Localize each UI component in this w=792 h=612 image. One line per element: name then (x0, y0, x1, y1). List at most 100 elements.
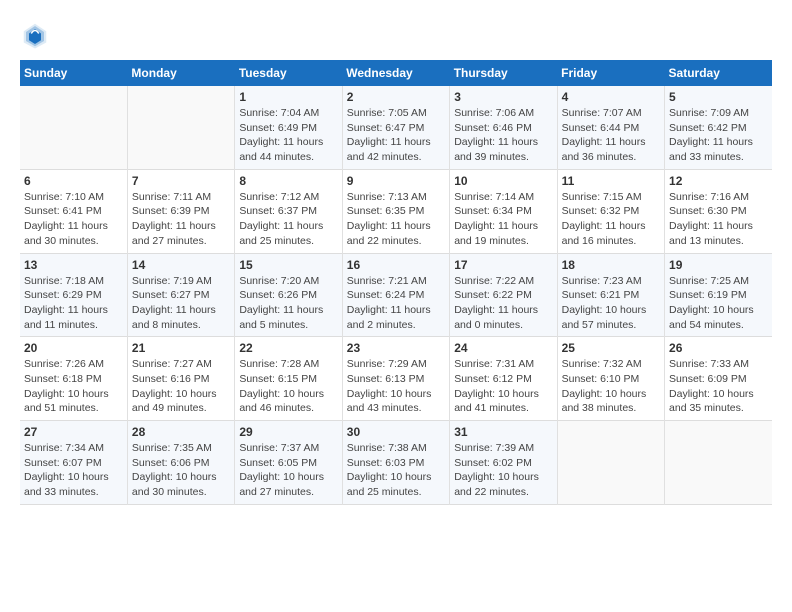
day-number: 23 (347, 341, 445, 355)
day-number: 1 (239, 90, 337, 104)
calendar-cell: 4 Sunrise: 7:07 AMSunset: 6:44 PMDaylight… (557, 86, 664, 169)
calendar-cell (127, 86, 234, 169)
day-info: Sunrise: 7:18 AMSunset: 6:29 PMDaylight:… (24, 274, 123, 333)
calendar-cell: 10 Sunrise: 7:14 AMSunset: 6:34 PMDayligh… (450, 169, 557, 253)
day-number: 3 (454, 90, 552, 104)
day-info: Sunrise: 7:13 AMSunset: 6:35 PMDaylight:… (347, 190, 445, 249)
day-number: 13 (24, 258, 123, 272)
day-info: Sunrise: 7:27 AMSunset: 6:16 PMDaylight:… (132, 357, 230, 416)
column-header-tuesday: Tuesday (235, 60, 342, 86)
day-number: 14 (132, 258, 230, 272)
day-info: Sunrise: 7:23 AMSunset: 6:21 PMDaylight:… (562, 274, 660, 333)
calendar-cell: 28 Sunrise: 7:35 AMSunset: 6:06 PMDayligh… (127, 421, 234, 505)
calendar-cell (20, 86, 127, 169)
calendar-cell: 23 Sunrise: 7:29 AMSunset: 6:13 PMDayligh… (342, 337, 449, 421)
day-info: Sunrise: 7:35 AMSunset: 6:06 PMDaylight:… (132, 441, 230, 500)
day-info: Sunrise: 7:25 AMSunset: 6:19 PMDaylight:… (669, 274, 768, 333)
calendar-cell: 15 Sunrise: 7:20 AMSunset: 6:26 PMDayligh… (235, 253, 342, 337)
day-info: Sunrise: 7:37 AMSunset: 6:05 PMDaylight:… (239, 441, 337, 500)
calendar-cell: 25 Sunrise: 7:32 AMSunset: 6:10 PMDayligh… (557, 337, 664, 421)
calendar-body: 1 Sunrise: 7:04 AMSunset: 6:49 PMDaylight… (20, 86, 772, 504)
day-info: Sunrise: 7:20 AMSunset: 6:26 PMDaylight:… (239, 274, 337, 333)
day-number: 16 (347, 258, 445, 272)
day-info: Sunrise: 7:04 AMSunset: 6:49 PMDaylight:… (239, 106, 337, 165)
calendar-cell: 27 Sunrise: 7:34 AMSunset: 6:07 PMDayligh… (20, 421, 127, 505)
day-info: Sunrise: 7:06 AMSunset: 6:46 PMDaylight:… (454, 106, 552, 165)
day-info: Sunrise: 7:14 AMSunset: 6:34 PMDaylight:… (454, 190, 552, 249)
day-number: 21 (132, 341, 230, 355)
day-info: Sunrise: 7:07 AMSunset: 6:44 PMDaylight:… (562, 106, 660, 165)
day-info: Sunrise: 7:34 AMSunset: 6:07 PMDaylight:… (24, 441, 123, 500)
calendar-cell: 19 Sunrise: 7:25 AMSunset: 6:19 PMDayligh… (665, 253, 772, 337)
calendar-cell (557, 421, 664, 505)
day-info: Sunrise: 7:12 AMSunset: 6:37 PMDaylight:… (239, 190, 337, 249)
day-number: 15 (239, 258, 337, 272)
day-number: 24 (454, 341, 552, 355)
day-info: Sunrise: 7:29 AMSunset: 6:13 PMDaylight:… (347, 357, 445, 416)
calendar-cell: 1 Sunrise: 7:04 AMSunset: 6:49 PMDaylight… (235, 86, 342, 169)
calendar-table: SundayMondayTuesdayWednesdayThursdayFrid… (20, 60, 772, 505)
page-header (20, 20, 772, 50)
day-number: 19 (669, 258, 768, 272)
calendar-cell (665, 421, 772, 505)
column-header-thursday: Thursday (450, 60, 557, 86)
week-row-2: 6Sunrise: 7:10 AMSunset: 6:41 PMDaylight… (20, 169, 772, 253)
day-number: 29 (239, 425, 337, 439)
column-header-sunday: Sunday (20, 60, 127, 86)
calendar-cell: 9 Sunrise: 7:13 AMSunset: 6:35 PMDaylight… (342, 169, 449, 253)
calendar-cell: 18Sunrise: 7:23 AMSunset: 6:21 PMDayligh… (557, 253, 664, 337)
calendar-cell: 16Sunrise: 7:21 AMSunset: 6:24 PMDayligh… (342, 253, 449, 337)
calendar-cell: 8 Sunrise: 7:12 AMSunset: 6:37 PMDaylight… (235, 169, 342, 253)
day-number: 26 (669, 341, 768, 355)
calendar-cell: 14Sunrise: 7:19 AMSunset: 6:27 PMDayligh… (127, 253, 234, 337)
day-info: Sunrise: 7:33 AMSunset: 6:09 PMDaylight:… (669, 357, 768, 416)
week-row-4: 20 Sunrise: 7:26 AMSunset: 6:18 PMDayligh… (20, 337, 772, 421)
logo (20, 20, 54, 50)
column-header-friday: Friday (557, 60, 664, 86)
day-number: 9 (347, 174, 445, 188)
logo-icon (20, 20, 50, 50)
day-number: 31 (454, 425, 552, 439)
day-info: Sunrise: 7:28 AMSunset: 6:15 PMDaylight:… (239, 357, 337, 416)
day-number: 10 (454, 174, 552, 188)
day-number: 12 (669, 174, 768, 188)
day-info: Sunrise: 7:10 AMSunset: 6:41 PMDaylight:… (24, 190, 123, 249)
day-number: 4 (562, 90, 660, 104)
day-info: Sunrise: 7:39 AMSunset: 6:02 PMDaylight:… (454, 441, 552, 500)
day-info: Sunrise: 7:11 AMSunset: 6:39 PMDaylight:… (132, 190, 230, 249)
calendar-cell: 29 Sunrise: 7:37 AMSunset: 6:05 PMDayligh… (235, 421, 342, 505)
calendar-cell: 30Sunrise: 7:38 AMSunset: 6:03 PMDayligh… (342, 421, 449, 505)
calendar-header: SundayMondayTuesdayWednesdayThursdayFrid… (20, 60, 772, 86)
day-info: Sunrise: 7:15 AMSunset: 6:32 PMDaylight:… (562, 190, 660, 249)
calendar-cell: 13 Sunrise: 7:18 AMSunset: 6:29 PMDayligh… (20, 253, 127, 337)
calendar-cell: 5Sunrise: 7:09 AMSunset: 6:42 PMDaylight… (665, 86, 772, 169)
day-info: Sunrise: 7:31 AMSunset: 6:12 PMDaylight:… (454, 357, 552, 416)
day-number: 20 (24, 341, 123, 355)
column-header-saturday: Saturday (665, 60, 772, 86)
day-info: Sunrise: 7:22 AMSunset: 6:22 PMDaylight:… (454, 274, 552, 333)
day-number: 28 (132, 425, 230, 439)
week-row-3: 13 Sunrise: 7:18 AMSunset: 6:29 PMDayligh… (20, 253, 772, 337)
day-number: 2 (347, 90, 445, 104)
day-number: 25 (562, 341, 660, 355)
day-info: Sunrise: 7:32 AMSunset: 6:10 PMDaylight:… (562, 357, 660, 416)
day-info: Sunrise: 7:26 AMSunset: 6:18 PMDaylight:… (24, 357, 123, 416)
calendar-cell: 21 Sunrise: 7:27 AMSunset: 6:16 PMDayligh… (127, 337, 234, 421)
calendar-cell: 22Sunrise: 7:28 AMSunset: 6:15 PMDayligh… (235, 337, 342, 421)
calendar-cell: 7 Sunrise: 7:11 AMSunset: 6:39 PMDaylight… (127, 169, 234, 253)
day-info: Sunrise: 7:16 AMSunset: 6:30 PMDaylight:… (669, 190, 768, 249)
calendar-cell: 12 Sunrise: 7:16 AMSunset: 6:30 PMDayligh… (665, 169, 772, 253)
header-row: SundayMondayTuesdayWednesdayThursdayFrid… (20, 60, 772, 86)
day-number: 8 (239, 174, 337, 188)
column-header-monday: Monday (127, 60, 234, 86)
calendar-cell: 2Sunrise: 7:05 AMSunset: 6:47 PMDaylight… (342, 86, 449, 169)
calendar-cell: 11Sunrise: 7:15 AMSunset: 6:32 PMDayligh… (557, 169, 664, 253)
day-number: 5 (669, 90, 768, 104)
day-number: 17 (454, 258, 552, 272)
calendar-cell: 26 Sunrise: 7:33 AMSunset: 6:09 PMDayligh… (665, 337, 772, 421)
day-number: 30 (347, 425, 445, 439)
week-row-5: 27 Sunrise: 7:34 AMSunset: 6:07 PMDayligh… (20, 421, 772, 505)
day-number: 7 (132, 174, 230, 188)
day-number: 27 (24, 425, 123, 439)
column-header-wednesday: Wednesday (342, 60, 449, 86)
